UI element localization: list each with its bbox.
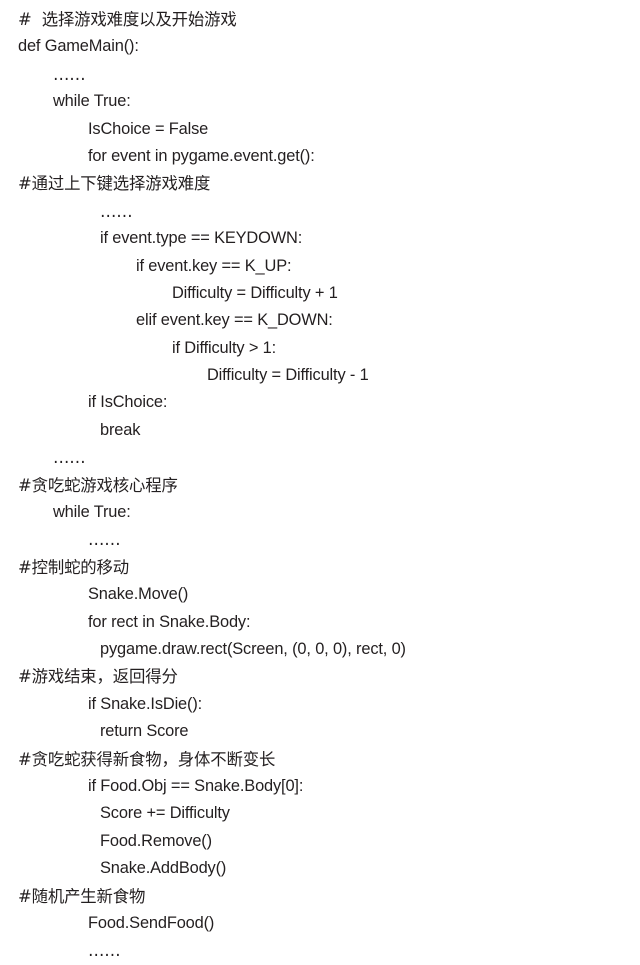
code-line: Difficulty = Difficulty - 1 — [207, 366, 369, 385]
code-line: while True: — [53, 503, 131, 522]
code-comment-line: #随机产生新食物 — [18, 886, 146, 906]
code-line: for event in pygame.event.get(): — [88, 146, 315, 165]
code-line: elif event.key == K_DOWN: — [136, 311, 333, 330]
code-listing: # 选择游戏难度以及开始游戏 def GameMain(): …… while Tru… — [0, 0, 640, 965]
code-comment-line: #控制蛇的移动 — [18, 557, 130, 577]
code-comment-line: # 选择游戏难度以及开始游戏 — [18, 10, 237, 29]
code-line: if Food.Obj == Snake.Body[0]: — [88, 776, 304, 795]
code-line: if Difficulty > 1: — [172, 338, 277, 357]
code-line: if event.type == KEYDOWN: — [100, 229, 303, 248]
code-comment-line: #游戏结束，返回得分 — [18, 667, 178, 687]
code-line: Snake.Move() — [88, 585, 189, 604]
code-line: …… — [53, 64, 86, 84]
code-line: Difficulty = Difficulty + 1 — [172, 283, 338, 302]
code-comment-line: #通过上下键选择游戏难度 — [18, 174, 211, 194]
code-line: if Snake.IsDie(): — [88, 694, 203, 713]
code-line: Food.SendFood() — [88, 913, 215, 932]
code-line: Score += Difficulty — [100, 804, 230, 823]
code-line: if IsChoice: — [88, 393, 168, 412]
code-line: pygame.draw.rect(Screen, (0, 0, 0), rect… — [100, 639, 406, 658]
code-line: return Score — [100, 722, 189, 741]
code-line: Snake.AddBody() — [100, 859, 227, 878]
code-line: Food.Remove() — [100, 831, 212, 850]
code-line: if event.key == K_UP: — [136, 256, 292, 275]
code-line: …… — [100, 201, 133, 221]
code-line: def GameMain(): — [18, 37, 139, 56]
code-comment-line: #贪吃蛇获得新食物，身体不断变长 — [18, 749, 276, 769]
code-comment-line: #贪吃蛇游戏核心程序 — [18, 475, 178, 495]
code-line: …… — [88, 941, 121, 961]
code-line: break — [100, 420, 141, 439]
code-line: …… — [88, 530, 121, 550]
code-line: IsChoice = False — [88, 119, 209, 138]
code-line: …… — [53, 448, 86, 468]
code-line: for rect in Snake.Body: — [88, 612, 251, 631]
code-line: while True: — [53, 92, 131, 111]
